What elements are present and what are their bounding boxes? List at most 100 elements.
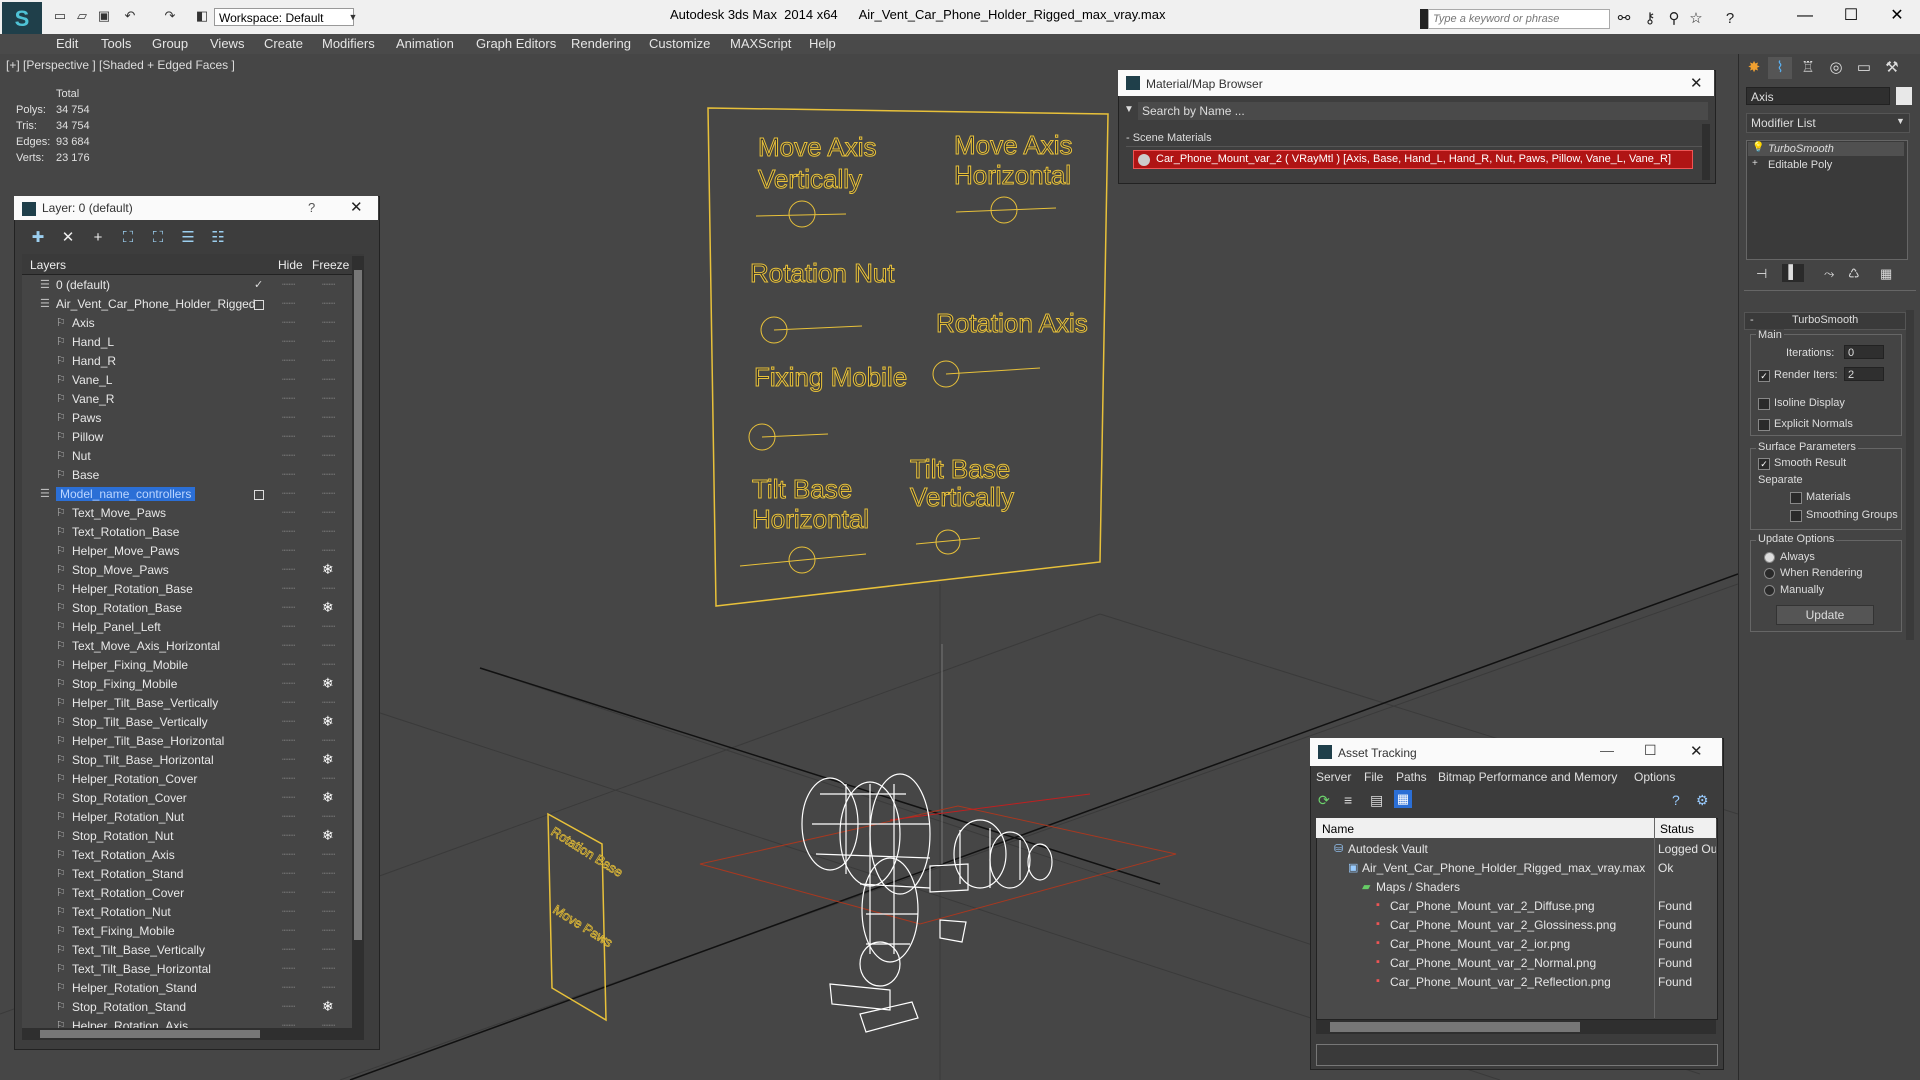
hide-toggle[interactable]: ┈┈ [282,411,295,424]
hide-toggle[interactable]: ┈┈ [282,715,295,728]
freeze-toggle[interactable]: ┈┈ [322,335,335,348]
hide-toggle[interactable]: ┈┈ [282,810,295,823]
layer-row[interactable]: ⚐ Text_Rotation_Nut ┈┈ ┈┈ [22,903,364,922]
table-view-icon[interactable]: ▦ [1394,790,1412,808]
hide-toggle[interactable]: ┈┈ [282,620,295,633]
layer-row[interactable]: ⚐ Helper_Rotation_Nut ┈┈ ┈┈ [22,808,364,827]
create-layer-icon[interactable]: ✚ [28,228,48,248]
create-tab-icon[interactable]: ✸ [1742,57,1766,79]
freeze-toggle[interactable]: ┈┈ [322,506,335,519]
search-expand-icon[interactable] [1420,9,1428,29]
asset-row[interactable]: ▣ Air_Vent_Car_Phone_Holder_Rigged_max_vr… [1316,859,1716,878]
freeze-toggle[interactable]: ┈┈ [322,278,335,291]
hide-toggle[interactable]: ┈┈ [282,753,295,766]
when-rendering-radio[interactable] [1764,568,1775,579]
frozen-snowflake-icon[interactable]: ❄ [322,751,334,768]
hide-toggle[interactable]: ┈┈ [282,905,295,918]
hide-toggle[interactable]: ┈┈ [282,335,295,348]
asset-row[interactable]: ▪ Car_Phone_Mount_var_2_Glossiness.png Fou… [1316,916,1716,935]
redo-icon[interactable]: ↷ [162,9,178,23]
freeze-toggle[interactable]: ┈┈ [322,525,335,538]
freeze-toggle[interactable]: ┈┈ [322,620,335,633]
hide-toggle[interactable]: ┈┈ [282,924,295,937]
freeze-toggle[interactable]: ┈┈ [322,354,335,367]
layer-row[interactable]: ⚐ Stop_Rotation_Base ┈┈ ❄ [22,599,364,618]
expand-plus-icon[interactable]: + [1752,158,1758,169]
frozen-snowflake-icon[interactable]: ❄ [322,789,334,806]
menu-maxscript[interactable]: MAXScript [730,34,791,54]
layer-row[interactable]: ⚐ Stop_Move_Paws ┈┈ ❄ [22,561,364,580]
hide-all-icon[interactable]: ☰ [178,228,198,248]
update-button[interactable]: Update [1776,605,1874,625]
list-view-icon[interactable]: ≡ [1344,792,1352,808]
layer-row[interactable]: ⚐ Stop_Tilt_Base_Vertically ┈┈ ❄ [22,713,364,732]
layer-row[interactable]: ⚐ Helper_Tilt_Base_Horizontal ┈┈ ┈┈ [22,732,364,751]
layer-row[interactable]: ⚐ Vane_R ┈┈ ┈┈ [22,390,364,409]
freeze-toggle[interactable]: ┈┈ [322,810,335,823]
frozen-snowflake-icon[interactable]: ❄ [322,675,334,692]
utilities-tab-icon[interactable]: ⚒ [1880,57,1904,79]
layer-row[interactable]: ⚐ Stop_Fixing_Mobile ┈┈ ❄ [22,675,364,694]
layer-row[interactable]: ☰ Air_Vent_Car_Phone_Holder_Rigged ┈┈ ┈┈ [22,295,364,314]
asset-row[interactable]: ⛁ Autodesk Vault Logged Ou [1316,840,1716,859]
layer-row[interactable]: ⚐ Helper_Tilt_Base_Vertically ┈┈ ┈┈ [22,694,364,713]
freeze-toggle[interactable]: ┈┈ [322,867,335,880]
layer-close-button[interactable]: ✕ [350,198,363,216]
save-file-icon[interactable]: ▣ [96,9,112,23]
hide-toggle[interactable]: ┈┈ [282,791,295,804]
at-menu-paths[interactable]: Paths [1396,770,1427,784]
menu-graph-editors[interactable]: Graph Editors [476,34,556,54]
layer-row[interactable]: ⚐ Text_Tilt_Base_Horizontal ┈┈ ┈┈ [22,960,364,979]
new-file-icon[interactable]: ▭ [52,9,68,23]
frozen-snowflake-icon[interactable]: ❄ [322,713,334,730]
layer-row[interactable]: ⚐ Hand_L ┈┈ ┈┈ [22,333,364,352]
stack-editable-poly[interactable]: Editable Poly [1768,159,1832,171]
menu-animation[interactable]: Animation [396,34,454,54]
close-window-button[interactable]: ✕ [1874,2,1920,30]
freeze-toggle[interactable]: ┈┈ [322,487,335,500]
hide-toggle[interactable]: ┈┈ [282,487,295,500]
freeze-toggle[interactable]: ┈┈ [322,468,335,481]
key-icon[interactable]: ⚷ [1640,9,1660,29]
stack-turbosmooth[interactable]: TurboSmooth [1768,143,1834,155]
app-logo-button[interactable]: S [2,2,42,36]
freeze-toggle[interactable]: ┈┈ [322,582,335,595]
modifier-list-dropdown[interactable]: Modifier List [1746,113,1910,133]
layer-row[interactable]: ⚐ Nut ┈┈ ┈┈ [22,447,364,466]
layer-row[interactable]: ⚐ Axis ┈┈ ┈┈ [22,314,364,333]
make-unique-icon[interactable]: ⤳ [1824,266,1834,282]
hide-toggle[interactable]: ┈┈ [282,886,295,899]
favorites-star-icon[interactable]: ☆ [1686,9,1706,29]
layer-row[interactable]: ⚐ Helper_Fixing_Mobile ┈┈ ┈┈ [22,656,364,675]
col-status[interactable]: Status [1660,822,1694,836]
hide-toggle[interactable]: ┈┈ [282,278,295,291]
hide-toggle[interactable]: ┈┈ [282,563,295,576]
freeze-toggle[interactable]: ┈┈ [322,886,335,899]
object-color-swatch[interactable] [1896,87,1912,105]
lightbulb-icon[interactable]: 💡 [1752,142,1764,153]
layer-row[interactable]: ⚐ Helper_Move_Paws ┈┈ ┈┈ [22,542,364,561]
layer-row[interactable]: ☰ 0 (default) ✓ ┈┈ ┈┈ [22,276,364,295]
layer-row[interactable]: ☰ Model_name_controllers ┈┈ ┈┈ [22,485,364,504]
material-scrollbar[interactable] [1702,124,1710,180]
chevron-down-icon[interactable]: ▼ [1896,116,1905,126]
modify-tab-icon[interactable]: ⌇ [1768,57,1792,79]
layer-row[interactable]: ⚐ Paws ┈┈ ┈┈ [22,409,364,428]
freeze-toggle[interactable]: ┈┈ [322,392,335,405]
hide-toggle[interactable]: ┈┈ [282,601,295,614]
at-menu-server[interactable]: Server [1316,770,1351,784]
settings-icon[interactable]: ⚙ [1696,792,1709,809]
keyword-search-input[interactable]: Type a keyword or phrase [1428,9,1610,29]
smooth-result-checkbox[interactable]: ✓ [1758,458,1770,470]
layer-row[interactable]: ⚐ Text_Rotation_Cover ┈┈ ┈┈ [22,884,364,903]
at-menu-options[interactable]: Options [1634,770,1675,784]
hide-toggle[interactable]: ┈┈ [282,848,295,861]
configure-sets-icon[interactable]: ▦ [1880,266,1892,282]
freeze-toggle[interactable]: ┈┈ [322,430,335,443]
help-icon[interactable]: ? [1672,792,1680,808]
menu-group[interactable]: Group [152,34,188,54]
layer-row[interactable]: ⚐ Stop_Rotation_Stand ┈┈ ❄ [22,998,364,1017]
asset-row[interactable]: ▰ Maps / Shaders [1316,878,1716,897]
hide-toggle[interactable]: ┈┈ [282,962,295,975]
hide-toggle[interactable]: ┈┈ [282,943,295,956]
